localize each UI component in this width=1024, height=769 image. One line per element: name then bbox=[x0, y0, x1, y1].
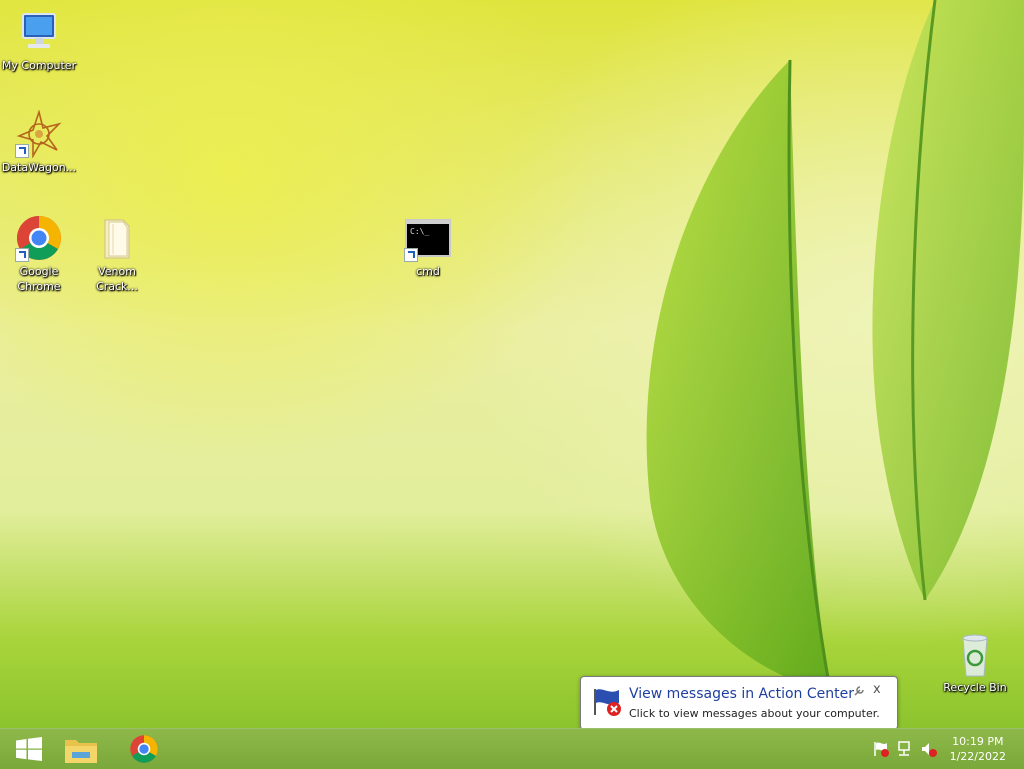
folder-icon bbox=[93, 214, 141, 262]
network-icon[interactable] bbox=[896, 740, 914, 758]
svg-text:C:\_: C:\_ bbox=[410, 227, 429, 236]
recycle-bin-icon bbox=[951, 630, 999, 678]
desktop-icon-label: My Computer bbox=[1, 59, 77, 72]
desktop-icon-label: Venom Crack... bbox=[96, 265, 138, 293]
start-button[interactable] bbox=[0, 729, 58, 769]
shortcut-arrow-icon bbox=[15, 248, 29, 262]
clock-date: 1/22/2022 bbox=[949, 750, 1006, 763]
datawagon-icon bbox=[15, 109, 63, 160]
desktop-icon-label: DataWagon... bbox=[1, 161, 77, 174]
windows-logo-icon bbox=[16, 737, 42, 761]
taskbar-file-explorer[interactable] bbox=[52, 729, 110, 769]
desktop-icon-label: Google Chrome bbox=[17, 265, 61, 293]
taskbar-google-chrome[interactable] bbox=[115, 729, 173, 769]
desktop-icon-recycle-bin[interactable]: Recycle Bin bbox=[936, 630, 1014, 695]
action-center-flag-icon bbox=[594, 689, 621, 716]
desktop-icon-my-computer[interactable]: My Computer bbox=[0, 8, 78, 73]
wallpaper-leaves bbox=[646, 0, 1024, 691]
action-center-notification[interactable]: View messages in Action Center Click to … bbox=[580, 676, 898, 741]
desktop-icon-cmd[interactable]: C:\_ cmd bbox=[389, 214, 467, 279]
clock-time: 10:19 PM bbox=[952, 735, 1004, 748]
shortcut-arrow-icon bbox=[15, 144, 29, 158]
volume-muted-icon[interactable] bbox=[920, 740, 938, 758]
notification-text: Click to view messages about your comput… bbox=[629, 707, 880, 720]
cmd-icon: C:\_ bbox=[404, 214, 452, 262]
shortcut-arrow-icon bbox=[404, 248, 418, 262]
desktop[interactable]: My Computer DataWagon... Google Chrome V… bbox=[0, 0, 1024, 728]
action-center-flag-icon[interactable] bbox=[872, 740, 890, 758]
desktop-icon-label: cmd bbox=[416, 265, 440, 278]
notification-title: View messages in Action Center bbox=[629, 686, 854, 702]
taskbar-clock[interactable]: 10:19 PM 1/22/2022 bbox=[950, 734, 1006, 764]
chrome-icon bbox=[15, 214, 63, 262]
desktop-icon-label: Recycle Bin bbox=[943, 681, 1007, 694]
notification-close-button[interactable]: x bbox=[873, 682, 881, 697]
desktop-icon-google-chrome[interactable]: Google Chrome bbox=[0, 214, 78, 294]
desktop-icon-datawagon[interactable]: DataWagon... bbox=[0, 109, 78, 175]
chrome-icon bbox=[130, 735, 158, 763]
taskbar: 10:19 PM 1/22/2022 bbox=[0, 728, 1024, 769]
desktop-icon-venom-crack[interactable]: Venom Crack... bbox=[78, 214, 156, 294]
file-explorer-icon bbox=[65, 740, 97, 763]
wrench-icon[interactable] bbox=[853, 685, 865, 697]
computer-icon bbox=[15, 8, 63, 56]
system-tray bbox=[872, 729, 938, 769]
